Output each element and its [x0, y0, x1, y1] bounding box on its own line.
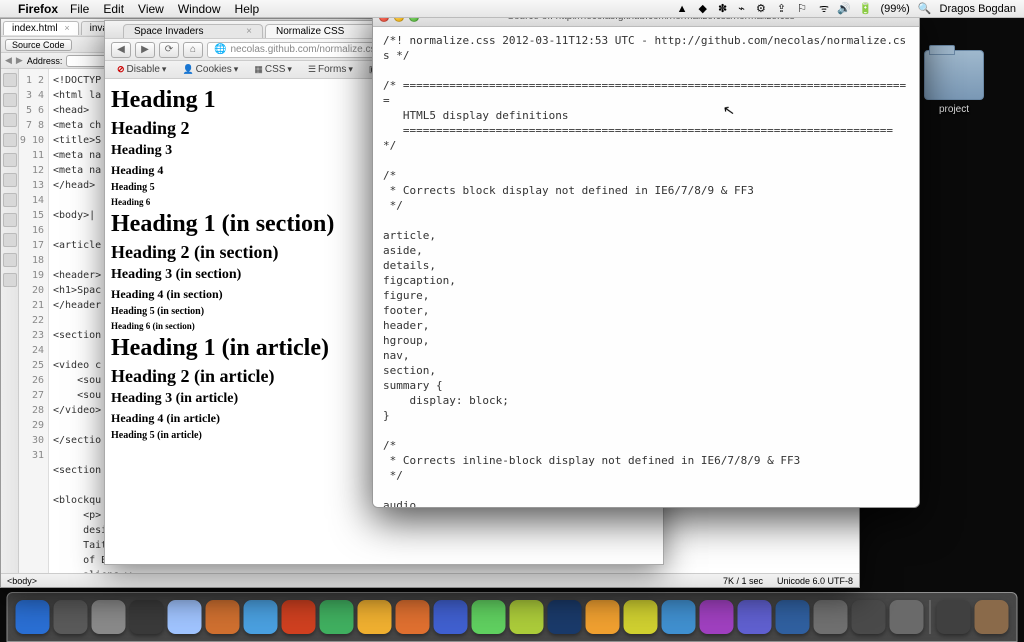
dock-app[interactable] — [244, 600, 278, 634]
dock-app[interactable] — [548, 600, 582, 634]
wifi-icon[interactable]: ᯤ — [819, 1, 829, 16]
editor-icon-strip — [1, 69, 19, 587]
tab-label: index.html — [12, 23, 58, 34]
dock-app[interactable] — [54, 600, 88, 634]
tool-icon[interactable] — [3, 253, 17, 267]
tool-icon[interactable] — [3, 233, 17, 247]
dock-app[interactable] — [168, 600, 202, 634]
dock-app[interactable] — [776, 600, 810, 634]
nav-back-icon[interactable]: ◀ — [5, 55, 12, 66]
user-name[interactable]: Dragos Bogdan — [940, 3, 1016, 15]
source-code-dropdown[interactable]: Source Code — [5, 39, 72, 51]
tool-icon[interactable] — [3, 273, 17, 287]
desktop-folder[interactable]: project — [914, 50, 994, 115]
dock-app[interactable] — [472, 600, 506, 634]
folder-icon — [924, 50, 984, 100]
status-encoding: Unicode 6.0 UTF-8 — [777, 576, 853, 586]
disable-button[interactable]: ⊘Disable▾ — [111, 63, 172, 76]
menubar-extra-icons[interactable]: ▲ ◆ ✽ ⌁ ⚙ ⇪ ⚐ — [677, 2, 811, 15]
dock-app[interactable] — [937, 600, 971, 634]
label: Cookies — [196, 64, 232, 75]
view-source-window: Source of: http://necolas.github.com/nor… — [372, 6, 920, 508]
dock-app[interactable] — [624, 600, 658, 634]
battery-icon[interactable]: 🔋 — [859, 2, 873, 15]
tool-icon[interactable] — [3, 133, 17, 147]
battery-percent: (99%) — [881, 3, 910, 15]
dock-app[interactable] — [510, 600, 544, 634]
chevron-down-icon: ▾ — [287, 64, 292, 75]
line-gutter: 1 2 3 4 5 6 7 8 9 10 11 12 13 14 15 16 1… — [19, 69, 49, 587]
spotlight-icon[interactable]: 🔍 — [918, 2, 932, 15]
dock-app[interactable] — [358, 600, 392, 634]
dock-app[interactable] — [282, 600, 316, 634]
globe-icon: 🌐 — [214, 44, 226, 55]
source-body[interactable]: /*! normalize.css 2012-03-11T12:53 UTC -… — [373, 27, 919, 507]
dock-app[interactable] — [586, 600, 620, 634]
css-icon: ▦ — [254, 64, 263, 75]
nav-fwd-icon[interactable]: ▶ — [16, 55, 23, 66]
address-label: Address: — [27, 56, 63, 66]
forms-button[interactable]: ☰Forms▾ — [302, 63, 359, 76]
dock-app[interactable] — [662, 600, 696, 634]
cookie-icon: 👤 — [182, 64, 193, 75]
dock-app[interactable] — [975, 600, 1009, 634]
chevron-down-icon: ▾ — [234, 64, 239, 75]
chevron-down-icon: ▾ — [348, 64, 353, 75]
menu-help[interactable]: Help — [235, 2, 260, 16]
nav-forward-button[interactable]: ▶ — [135, 42, 155, 58]
label: Disable — [127, 64, 160, 75]
tool-icon[interactable] — [3, 193, 17, 207]
home-button[interactable]: ⌂ — [183, 42, 203, 58]
active-app-name[interactable]: Firefox — [18, 2, 58, 16]
tool-icon[interactable] — [3, 173, 17, 187]
forms-icon: ☰ — [308, 64, 316, 75]
menu-window[interactable]: Window — [178, 2, 221, 16]
dock-app[interactable] — [206, 600, 240, 634]
menu-edit[interactable]: Edit — [103, 2, 124, 16]
disable-icon: ⊘ — [117, 64, 125, 75]
folder-label: project — [914, 104, 994, 115]
editor-tab-index[interactable]: index.html × — [3, 21, 79, 35]
browser-tab-space-invaders[interactable]: Space Invaders × — [123, 24, 263, 38]
tool-icon[interactable] — [3, 213, 17, 227]
dock-app[interactable] — [92, 600, 126, 634]
dock-app[interactable] — [434, 600, 468, 634]
css-button[interactable]: ▦CSS▾ — [248, 63, 298, 76]
status-size: 7K / 1 sec — [723, 576, 763, 586]
status-path: <body> — [7, 576, 37, 586]
label: Forms — [318, 64, 346, 75]
dock-app[interactable] — [16, 600, 50, 634]
dock-app[interactable] — [320, 600, 354, 634]
reload-button[interactable]: ⟳ — [159, 42, 179, 58]
tool-icon[interactable] — [3, 113, 17, 127]
menu-view[interactable]: View — [138, 2, 164, 16]
editor-status-bar: <body> 7K / 1 sec Unicode 6.0 UTF-8 — [1, 573, 859, 587]
close-icon[interactable]: × — [246, 26, 252, 37]
tool-icon[interactable] — [3, 73, 17, 87]
cookies-button[interactable]: 👤Cookies▾ — [176, 63, 244, 76]
label: CSS — [265, 64, 286, 75]
dock-app[interactable] — [814, 600, 848, 634]
dock-app[interactable] — [738, 600, 772, 634]
menu-file[interactable]: File — [70, 2, 89, 16]
dock-app[interactable] — [130, 600, 164, 634]
dock-app[interactable] — [890, 600, 924, 634]
dock-app[interactable] — [700, 600, 734, 634]
chevron-down-icon: ▾ — [162, 64, 167, 75]
tool-icon[interactable] — [3, 93, 17, 107]
volume-icon[interactable]: 🔊 — [837, 2, 851, 15]
mac-menu-bar: Firefox File Edit View Window Help ▲ ◆ ✽… — [0, 0, 1024, 18]
tool-icon[interactable] — [3, 153, 17, 167]
dock-app[interactable] — [396, 600, 430, 634]
tab-label: Normalize CSS — [276, 26, 344, 37]
nav-back-button[interactable]: ◀ — [111, 42, 131, 58]
dock-app[interactable] — [852, 600, 886, 634]
dock — [7, 592, 1018, 642]
close-icon[interactable]: × — [64, 23, 69, 33]
tab-label: Space Invaders — [134, 26, 204, 37]
dock-separator — [930, 600, 931, 634]
